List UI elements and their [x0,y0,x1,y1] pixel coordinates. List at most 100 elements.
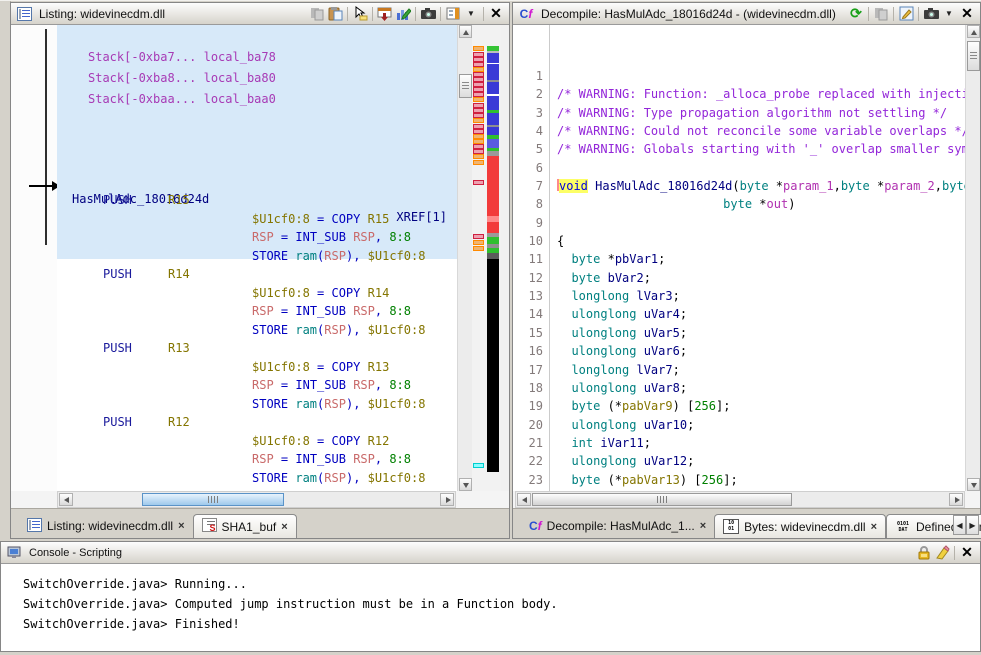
stack-variable-lines[interactable]: Stack[-0xba7... local_ba78Stack[-0xba8..… [88,47,276,110]
code-line[interactable]: 18 ulonglong uVar8; [513,379,965,397]
bookmark-marker[interactable] [473,160,484,165]
pcode-row[interactable]: $U1cf0:8 = COPY R12 [57,432,457,451]
bookmark-marker[interactable] [473,180,484,185]
code-line[interactable]: 23 byte (*pabVar13) [256]; [513,471,965,489]
eraser-icon[interactable] [933,545,951,561]
stack-line[interactable]: Stack[-0xba7... local_ba78 [88,47,276,68]
tab-listing-widevinecdm-dll[interactable]: Listing: widevinecdm.dll× [19,514,193,538]
overview-stripe[interactable] [487,96,499,110]
camera-icon[interactable] [922,6,940,22]
listing-vertical-scrollbar[interactable] [457,25,472,491]
code-line[interactable]: 16 ulonglong uVar6; [513,342,965,360]
bookmark-marker[interactable] [473,129,484,134]
pcode-row[interactable]: $U1cf0:8 = COPY R15 [57,210,457,229]
decompile-horizontal-scrollbar[interactable] [515,491,965,508]
bookmark-marker[interactable] [473,240,484,245]
bookmark-marker[interactable] [473,72,484,77]
code-line[interactable]: 8 byte *out) [513,195,965,213]
code-line[interactable]: 15 ulonglong uVar5; [513,324,965,342]
tab-bytes-widevinecdm-dll[interactable]: 1001Bytes: widevinecdm.dll× [714,514,886,538]
code-line[interactable]: 19 byte (*pabVar9) [256]; [513,397,965,415]
bookmark-marker[interactable] [473,149,484,154]
caret-down-icon[interactable]: ▼ [462,6,480,22]
overview-stripe[interactable] [487,113,499,125]
code-line[interactable]: 17 longlong lVar7; [513,361,965,379]
edit-icon[interactable] [897,6,915,22]
scrollbar-thumb[interactable] [967,41,980,71]
bookmark-marker[interactable] [473,62,484,67]
stack-line[interactable]: Stack[-0xba8... local_ba80 [88,68,276,89]
scroll-right-button[interactable] [440,493,454,506]
bookmark-marker[interactable] [473,46,484,51]
bookmark-marker[interactable] [473,77,484,82]
console-output[interactable]: SwitchOverride.java> Running...SwitchOve… [1,564,980,651]
listing-horizontal-scrollbar[interactable] [57,491,456,508]
pcode-row[interactable]: $U1cf0:8 = COPY R14 [57,284,457,303]
overview-stripe[interactable] [487,127,499,135]
scrollbar-thumb[interactable] [532,493,792,506]
scroll-right-button[interactable] [949,493,963,506]
bookmark-marker[interactable] [473,139,484,144]
tab-sha1-buf[interactable]: SSHA1_buf× [193,514,297,538]
caret-down-icon[interactable]: ▼ [940,6,958,22]
instruction-row[interactable]: PUSHR12 [57,413,457,432]
overview-stripe[interactable] [487,156,499,216]
bookmark-marker[interactable] [473,124,484,129]
bookmark-marker[interactable] [473,67,484,72]
right-arrow-icon[interactable]: ▶ [966,515,979,535]
copy-icon[interactable] [308,6,326,22]
close-icon[interactable]: ✕ [958,545,976,561]
overview-stripe[interactable] [487,222,499,233]
overview-stripe[interactable] [487,53,499,63]
decompiled-code-area[interactable]: 12/* WARNING: Function: _alloca_probe re… [513,25,965,491]
edit-chart-icon[interactable] [394,6,412,22]
listing-text-area[interactable]: Stack[-0xba7... local_ba78Stack[-0xba8..… [57,25,457,491]
code-line[interactable]: 4/* WARNING: Could not reconcile some va… [513,122,965,140]
decompile-vertical-scrollbar[interactable] [965,25,980,491]
function-header-line[interactable]: HasMulAdc_18016d24d XREF[1] [57,172,457,190]
bookmark-marker[interactable] [473,118,484,123]
bookmark-marker[interactable] [473,246,484,251]
bookmark-marker[interactable] [473,92,484,97]
pcode-row[interactable]: STORE ram(RSP), $U1cf0:8 [57,395,457,414]
pcode-row[interactable]: STORE ram(RSP), $U1cf0:8 [57,247,457,266]
refresh-icon[interactable]: ⟳ [847,6,865,22]
scroll-down-button[interactable] [967,478,980,491]
bookmark-marker[interactable] [473,108,484,113]
scroll-down-button[interactable] [459,478,472,491]
instruction-row[interactable]: PUSHR13 [57,339,457,358]
bookmark-marker[interactable] [473,87,484,92]
paste-icon[interactable] [326,6,344,22]
code-line[interactable]: 5/* WARNING: Globals starting with '_' o… [513,140,965,158]
code-line[interactable]: 1 [513,67,965,85]
pcode-row[interactable]: RSP = INT_SUB RSP, 8:8 [57,302,457,321]
tab-close-icon[interactable]: × [178,520,184,532]
pcode-row[interactable]: RSP = INT_SUB RSP, 8:8 [57,450,457,469]
tab-close-icon[interactable]: × [281,521,287,533]
pcode-row[interactable]: $U1cf0:8 = COPY R13 [57,358,457,377]
bookmark-marker[interactable] [473,154,484,159]
close-icon[interactable]: ✕ [958,6,976,22]
bookmark-marker[interactable] [473,234,484,239]
code-line[interactable]: 9 [513,214,965,232]
bookmark-marker[interactable] [473,144,484,149]
scrollbar-thumb[interactable] [142,493,284,506]
scroll-left-button[interactable] [517,493,531,506]
stack-line[interactable]: Stack[-0xbaa... local_baa0 [88,89,276,110]
cursor-icon[interactable] [351,6,369,22]
scroll-left-button[interactable] [59,493,73,506]
code-line[interactable]: 13 longlong lVar3; [513,287,965,305]
camera-icon[interactable] [419,6,437,22]
code-line[interactable]: 6 [513,159,965,177]
code-line[interactable]: 3/* WARNING: Type propagation algorithm … [513,104,965,122]
pcode-row[interactable]: RSP = INT_SUB RSP, 8:8 [57,228,457,247]
tab-decompile-hasmuladc-1-[interactable]: CfDecompile: HasMulAdc_1...× [521,514,714,538]
code-line[interactable]: 20 ulonglong uVar10; [513,416,965,434]
overview-stripe[interactable] [487,259,499,472]
code-line[interactable]: 2/* WARNING: Function: _alloca_probe rep… [513,85,965,103]
bookmark-marker[interactable] [473,134,484,139]
pcode-row[interactable]: RSP = INT_SUB RSP, 8:8 [57,376,457,395]
code-line[interactable]: 21 int iVar11; [513,434,965,452]
instruction-row[interactable]: PUSHR14 [57,265,457,284]
pcode-row[interactable]: STORE ram(RSP), $U1cf0:8 [57,469,457,488]
